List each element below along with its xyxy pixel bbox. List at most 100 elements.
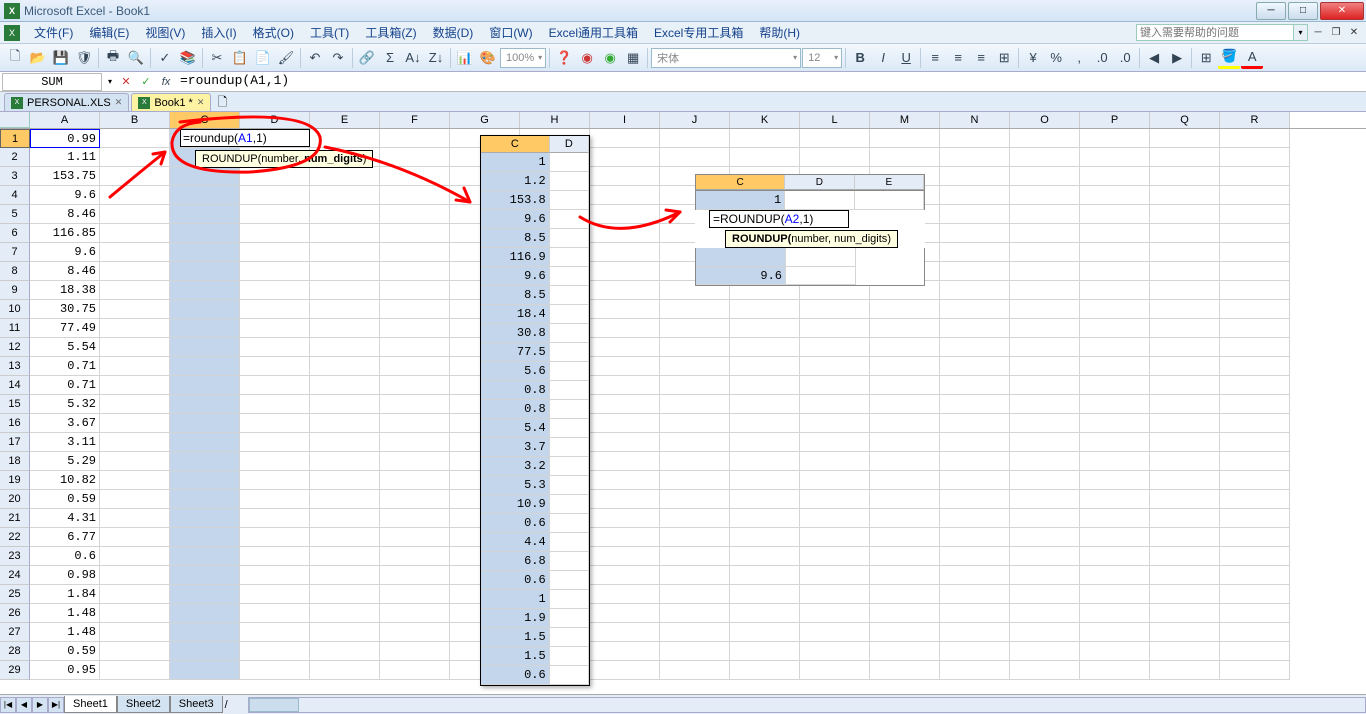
cell[interactable]: 1.84 <box>30 585 100 604</box>
cell[interactable] <box>590 547 660 566</box>
cell[interactable] <box>1080 357 1150 376</box>
row-header[interactable]: 17 <box>0 433 30 452</box>
cell[interactable] <box>1010 547 1080 566</box>
cell[interactable] <box>940 642 1010 661</box>
cell[interactable] <box>1080 604 1150 623</box>
cell[interactable] <box>590 452 660 471</box>
cell[interactable] <box>310 490 380 509</box>
cell[interactable] <box>240 281 310 300</box>
mdi-minimize[interactable]: ─ <box>1310 26 1326 40</box>
cell[interactable]: 5.32 <box>30 395 100 414</box>
cell[interactable] <box>240 338 310 357</box>
cell[interactable] <box>730 661 800 680</box>
cell-edit-overlay[interactable]: =roundup(A1,1) <box>180 129 310 147</box>
cell[interactable]: 3.67 <box>30 414 100 433</box>
cell[interactable] <box>380 528 450 547</box>
formula-input[interactable]: =roundup(A1,1) <box>176 73 1366 91</box>
cell[interactable] <box>380 471 450 490</box>
cell[interactable]: 5.29 <box>30 452 100 471</box>
cell[interactable] <box>100 148 170 167</box>
cell[interactable]: 0.71 <box>30 376 100 395</box>
col-header-q[interactable]: Q <box>1150 112 1220 128</box>
cell[interactable]: 30.75 <box>30 300 100 319</box>
cell[interactable] <box>170 566 240 585</box>
row-header[interactable]: 3 <box>0 167 30 186</box>
cell[interactable] <box>1220 243 1290 262</box>
font-size-combo[interactable]: 12▾ <box>802 48 842 68</box>
cell[interactable] <box>1150 243 1220 262</box>
cell[interactable] <box>800 604 870 623</box>
row-header[interactable]: 27 <box>0 623 30 642</box>
cell[interactable] <box>1220 262 1290 281</box>
cell[interactable] <box>800 395 870 414</box>
cell[interactable] <box>1010 452 1080 471</box>
cell[interactable] <box>380 433 450 452</box>
row-header[interactable]: 22 <box>0 528 30 547</box>
cell[interactable] <box>660 642 730 661</box>
chart-icon[interactable]: 📊 <box>454 47 476 69</box>
cell[interactable] <box>100 452 170 471</box>
open-icon[interactable]: 📂 <box>27 47 49 69</box>
cell[interactable] <box>1220 566 1290 585</box>
cell[interactable] <box>310 547 380 566</box>
cell[interactable] <box>1010 281 1080 300</box>
cell[interactable] <box>170 414 240 433</box>
cell[interactable] <box>940 661 1010 680</box>
cell[interactable] <box>310 528 380 547</box>
cell[interactable] <box>380 167 450 186</box>
cell[interactable] <box>170 376 240 395</box>
cell[interactable] <box>240 186 310 205</box>
cell[interactable] <box>940 148 1010 167</box>
menu-view[interactable]: 视图(V) <box>137 22 193 43</box>
cell[interactable] <box>1220 490 1290 509</box>
cell[interactable] <box>1010 167 1080 186</box>
cell[interactable] <box>100 300 170 319</box>
cell[interactable] <box>240 661 310 680</box>
cell[interactable] <box>1010 471 1080 490</box>
cell[interactable] <box>870 414 940 433</box>
cell[interactable] <box>380 243 450 262</box>
sort-asc-icon[interactable]: A↓ <box>402 47 424 69</box>
cell[interactable] <box>240 490 310 509</box>
cell[interactable] <box>1220 623 1290 642</box>
cell[interactable] <box>310 167 380 186</box>
mdi-restore[interactable]: ❐ <box>1328 26 1344 40</box>
borders-icon[interactable]: ⊞ <box>1195 47 1217 69</box>
cell[interactable] <box>380 566 450 585</box>
cell[interactable] <box>870 129 940 148</box>
row-header[interactable]: 6 <box>0 224 30 243</box>
row-header[interactable]: 26 <box>0 604 30 623</box>
cell[interactable] <box>1080 338 1150 357</box>
cell[interactable] <box>1010 129 1080 148</box>
cell[interactable] <box>660 623 730 642</box>
cell[interactable] <box>590 642 660 661</box>
cell[interactable] <box>1220 167 1290 186</box>
col-header-a[interactable]: A <box>30 112 100 128</box>
cell[interactable] <box>310 338 380 357</box>
cell[interactable] <box>100 224 170 243</box>
cell[interactable] <box>800 300 870 319</box>
row-header[interactable]: 13 <box>0 357 30 376</box>
decrease-decimal-icon[interactable]: .0 <box>1114 47 1136 69</box>
cell[interactable] <box>800 547 870 566</box>
cell[interactable] <box>590 281 660 300</box>
cell[interactable] <box>590 566 660 585</box>
misc1-icon[interactable]: ◉ <box>576 47 598 69</box>
cell[interactable] <box>240 300 310 319</box>
cell[interactable] <box>380 490 450 509</box>
cell[interactable] <box>310 205 380 224</box>
cell[interactable] <box>1150 414 1220 433</box>
undo-icon[interactable]: ↶ <box>304 47 326 69</box>
cell[interactable] <box>1080 623 1150 642</box>
cell[interactable] <box>730 433 800 452</box>
cell[interactable] <box>940 433 1010 452</box>
cell[interactable] <box>240 642 310 661</box>
cell[interactable] <box>940 167 1010 186</box>
cell[interactable] <box>660 376 730 395</box>
misc2-icon[interactable]: ◉ <box>599 47 621 69</box>
cell[interactable] <box>170 281 240 300</box>
cell[interactable] <box>310 623 380 642</box>
sheet-nav-next[interactable]: ▶ <box>32 697 48 713</box>
cell[interactable] <box>1010 300 1080 319</box>
save-icon[interactable]: 💾 <box>50 47 72 69</box>
